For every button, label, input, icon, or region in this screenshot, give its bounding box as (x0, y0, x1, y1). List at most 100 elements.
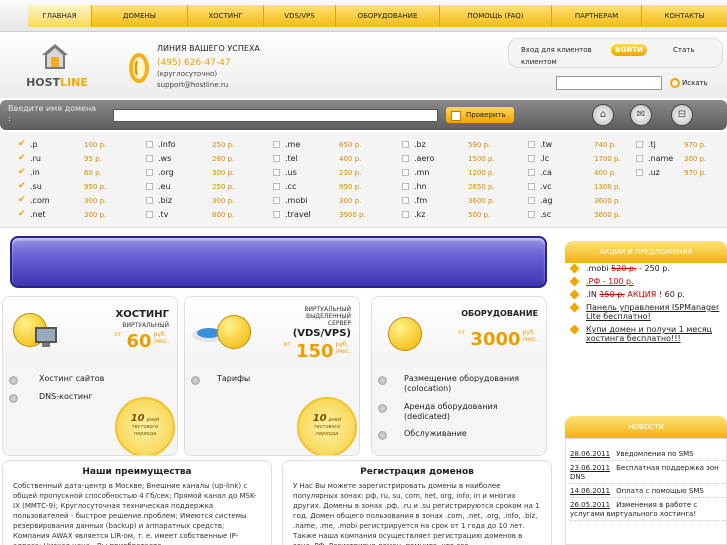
zone-row[interactable]: .ag 3600 р. (528, 194, 621, 208)
zone-checkbox[interactable] (636, 169, 643, 176)
search-input[interactable] (556, 76, 662, 90)
check-icon[interactable]: ✔ (18, 154, 26, 163)
hosting-sites-link[interactable]: Хостинг сайтов (39, 374, 104, 383)
nav-partners[interactable]: ПАРТНЕРАМ (552, 5, 642, 27)
zone-checkbox[interactable] (528, 169, 535, 176)
zone-row[interactable]: .eu 250 р. (146, 180, 234, 194)
zone-row[interactable]: .cc 950 р. (273, 180, 366, 194)
zone-row[interactable]: .name 300 р. (636, 152, 706, 166)
promo-item[interactable]: Панель управления ISPManager Lite беспла… (570, 303, 726, 321)
home-icon[interactable]: ⌂ (592, 104, 614, 126)
check-icon[interactable]: ✔ (18, 182, 26, 191)
promo-item[interactable]: Купи домен и получи 1 месяц хостинга бес… (570, 325, 726, 343)
zone-checkbox[interactable] (528, 211, 535, 218)
domain-input[interactable] (113, 109, 438, 122)
login-button[interactable]: ВОЙТИ (611, 44, 647, 56)
zone-checkbox[interactable] (528, 197, 535, 204)
sitemap-icon[interactable]: ⊟ (671, 104, 693, 126)
zone-row[interactable]: .mobi 300 р. (273, 194, 366, 208)
zone-row[interactable]: .kz 500 р. (402, 208, 495, 222)
dedicated-link[interactable]: Аренда оборудования (dedicated) (404, 402, 544, 422)
check-icon[interactable]: ✔ (18, 210, 26, 219)
zone-checkbox[interactable] (528, 141, 535, 148)
promo-item[interactable]: .mobi 520 р. - 250 р. (570, 264, 726, 273)
zone-checkbox[interactable] (146, 155, 153, 162)
nav-hardware[interactable]: ОБОРУДОВАНИЕ (336, 5, 440, 27)
zone-row[interactable]: .ws 280 р. (146, 152, 234, 166)
news-item[interactable]: 28.06.2011 Уведомления по SMS (570, 450, 726, 461)
zone-row[interactable]: .mn 1200 р. (402, 166, 495, 180)
promo-banner[interactable] (10, 236, 547, 288)
zone-row[interactable]: .me 650 р. (273, 138, 366, 152)
zone-row[interactable]: .sc 3600 р. (528, 208, 621, 222)
nav-help[interactable]: ПОМОЩЬ (FAQ) (440, 5, 552, 27)
zone-checkbox[interactable] (273, 211, 280, 218)
zone-row[interactable]: ✔ .ru 95 р. (18, 152, 106, 166)
zone-row[interactable]: .lc 1700 р. (528, 152, 621, 166)
zone-checkbox[interactable] (146, 183, 153, 190)
zone-checkbox[interactable] (273, 183, 280, 190)
zone-checkbox[interactable] (273, 141, 280, 148)
zone-row[interactable]: .hn 2650 р. (402, 180, 495, 194)
zone-checkbox[interactable] (636, 155, 643, 162)
zone-row[interactable]: .bz 590 р. (402, 138, 495, 152)
zone-checkbox[interactable] (402, 141, 409, 148)
news-item[interactable]: 23.06.2011 Бесплатная поддержка зон DNS (570, 464, 726, 484)
zone-row[interactable]: .biz 300 р. (146, 194, 234, 208)
zone-row[interactable]: .aero 1500 р. (402, 152, 495, 166)
zone-row[interactable]: .us 230 р. (273, 166, 366, 180)
zone-row[interactable]: .vc 1300 р. (528, 180, 621, 194)
news-item[interactable]: 26.05.2011 Изменения в работе с услугами … (570, 501, 726, 521)
nav-contacts[interactable]: КОНТАКТЫ (642, 5, 727, 27)
zone-row[interactable]: .tj 970 р. (636, 138, 706, 152)
support-email[interactable]: support@hostline.ru (157, 81, 228, 89)
zone-row[interactable]: .tv 800 р. (146, 208, 234, 222)
zone-row[interactable]: .ca 400 р. (528, 166, 621, 180)
zone-checkbox[interactable] (146, 169, 153, 176)
zone-row[interactable]: .org 300 р. (146, 166, 234, 180)
zone-checkbox[interactable] (273, 197, 280, 204)
zone-checkbox[interactable] (273, 155, 280, 162)
zone-row[interactable]: ✔ .su 950 р. (18, 180, 106, 194)
zone-checkbox[interactable] (402, 211, 409, 218)
logo[interactable]: HOSTLINE (22, 42, 92, 94)
promo-item[interactable]: .IN 150 р. АКЦИЯ ! 60 р. (570, 290, 726, 299)
nav-hosting[interactable]: ХОСТИНГ (188, 5, 264, 27)
zone-checkbox[interactable] (402, 197, 409, 204)
zone-checkbox[interactable] (146, 211, 153, 218)
zone-checkbox[interactable] (528, 155, 535, 162)
check-icon[interactable]: ✔ (18, 196, 26, 205)
mail-icon[interactable]: ✉ (630, 104, 652, 126)
zone-checkbox[interactable] (402, 183, 409, 190)
zone-row[interactable]: .uz 970 р. (636, 166, 706, 180)
dns-hosting-link[interactable]: DNS-костинг (39, 392, 93, 401)
check-domain-button[interactable]: Проверить (446, 107, 514, 123)
check-icon[interactable]: ✔ (18, 168, 26, 177)
zone-row[interactable]: .tel 400 р. (273, 152, 366, 166)
news-item[interactable]: 14.06.2011 Оплата с помощью SMS (570, 487, 726, 498)
promo-item[interactable]: .РФ - 100 р. (570, 277, 726, 286)
check-icon[interactable]: ✔ (18, 140, 26, 149)
become-client-link[interactable]: Стать (673, 46, 694, 54)
vds-tariffs-link[interactable]: Тарифы (217, 374, 250, 383)
zone-row[interactable]: ✔ .com 300 р. (18, 194, 106, 208)
zone-checkbox[interactable] (273, 169, 280, 176)
zone-row[interactable]: .info 250 р. (146, 138, 234, 152)
maintenance-link[interactable]: Обслуживание (404, 429, 467, 438)
zone-row[interactable]: .tw 740 р. (528, 138, 621, 152)
zone-row[interactable]: ✔ .p 100 р. (18, 138, 106, 152)
zone-checkbox[interactable] (402, 169, 409, 176)
zone-checkbox[interactable] (528, 183, 535, 190)
zone-checkbox[interactable] (402, 155, 409, 162)
nav-home[interactable]: ГЛАВНАЯ (28, 5, 92, 27)
zone-row[interactable]: ✔ .in 60 р. (18, 166, 106, 180)
zone-row[interactable]: ✔ .net 300 р. (18, 208, 106, 222)
colocation-link[interactable]: Размещение оборудования (colocation) (404, 374, 544, 394)
search-button[interactable]: Искать (670, 75, 716, 91)
nav-domains[interactable]: ДОМЕНЫ (92, 5, 188, 27)
zone-checkbox[interactable] (636, 141, 643, 148)
nav-vds[interactable]: VDS/VPS (264, 5, 336, 27)
zone-checkbox[interactable] (146, 141, 153, 148)
zone-row[interactable]: .fm 3600 р. (402, 194, 495, 208)
zone-row[interactable]: .travel 3900 р. (273, 208, 366, 222)
